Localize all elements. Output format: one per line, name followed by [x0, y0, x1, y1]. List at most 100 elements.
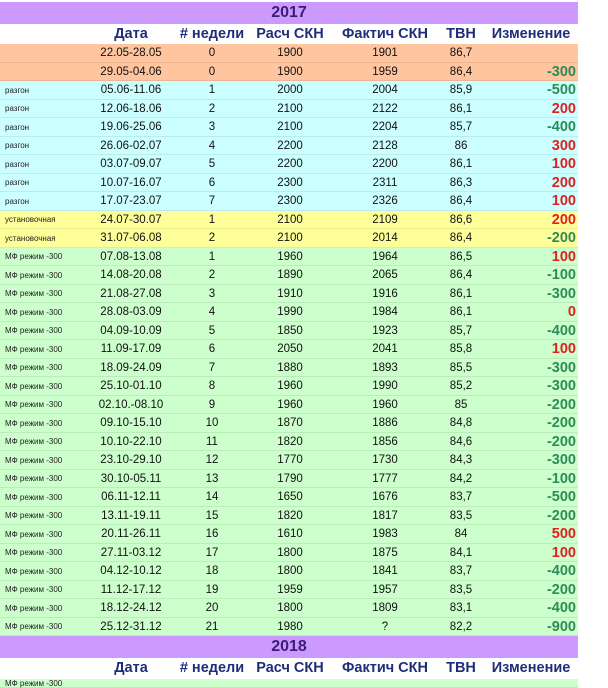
change-cell[interactable]: 100	[484, 248, 578, 267]
week-cell[interactable]: 1	[176, 248, 248, 267]
phase-cell[interactable]	[0, 44, 86, 63]
change-cell[interactable]: -500	[484, 81, 578, 100]
change-cell[interactable]: 100	[484, 192, 578, 211]
date-cell[interactable]: 12.06-18.06	[86, 100, 176, 119]
tvn-cell[interactable]: 86,1	[438, 285, 484, 304]
week-cell[interactable]: 21	[176, 618, 248, 637]
date-cell[interactable]: 10.07-16.07	[86, 174, 176, 193]
calc-skn-cell[interactable]: 1980	[248, 618, 332, 637]
week-cell[interactable]: 19	[176, 581, 248, 600]
actual-skn-cell[interactable]: 1676	[332, 488, 438, 507]
week-cell[interactable]: 2	[176, 100, 248, 119]
calc-skn-cell[interactable]: 1960	[248, 248, 332, 267]
table-row[interactable]: разгон 05.06-11.06 1 2000 2004 85,9 -500	[0, 81, 578, 100]
actual-skn-cell[interactable]: 1959	[332, 63, 438, 82]
tvn-cell[interactable]: 85,2	[438, 377, 484, 396]
table-row[interactable]: МФ режим -300 18.09-24.09 7 1880 1893 85,5 -30…	[0, 358, 578, 377]
table-row[interactable]: МФ режим -300 13.11-19.11 15 1820 1817 83,5 -2…	[0, 506, 578, 526]
change-cell[interactable]: -400	[484, 322, 578, 341]
header-week-2018[interactable]: # недели	[176, 658, 248, 678]
header-date-2018[interactable]: Дата	[86, 658, 176, 678]
tvn-cell[interactable]: 86,4	[438, 63, 484, 82]
actual-skn-cell[interactable]: 1916	[332, 285, 438, 304]
table-row[interactable]: разгон 17.07-23.07 7 2300 2326 86,4 100	[0, 192, 578, 211]
table-row[interactable]: МФ режим -300 25.10-01.10 8 1960 1990 85,2 -30…	[0, 377, 578, 396]
tvn-cell[interactable]: 86,5	[438, 248, 484, 267]
date-cell[interactable]: 19.06-25.06	[86, 118, 176, 137]
change-cell[interactable]: -400	[484, 118, 578, 137]
actual-skn-cell[interactable]: 2065	[332, 266, 438, 285]
header-change[interactable]: Изменение	[484, 24, 578, 44]
change-cell[interactable]: -200	[484, 414, 578, 433]
date-cell[interactable]: 29.05-04.06	[86, 63, 176, 82]
calc-skn-cell[interactable]: 1610	[248, 525, 332, 544]
date-cell[interactable]: 10.10-22.10	[86, 433, 176, 452]
date-cell[interactable]: 18.12-24.12	[86, 599, 176, 618]
tvn-cell[interactable]: 86	[438, 137, 484, 156]
date-cell[interactable]: 23.10-29.10	[86, 451, 176, 470]
table-row[interactable]: МФ режим -300 11.09-17.09 6 2050 2041 85,8 100	[0, 340, 578, 359]
calc-skn-cell[interactable]: 1800	[248, 599, 332, 618]
date-cell[interactable]: 25.12-31.12	[86, 618, 176, 637]
calc-skn-cell[interactable]: 2100	[248, 229, 332, 248]
calc-skn-cell[interactable]: 1800	[248, 544, 332, 563]
phase-cell[interactable]: МФ режим -300	[0, 470, 86, 489]
phase-cell[interactable]: МФ режим -300	[0, 599, 86, 618]
tvn-cell[interactable]: 86,4	[438, 229, 484, 248]
tvn-cell[interactable]: 83,5	[438, 581, 484, 600]
change-cell[interactable]: -500	[484, 488, 578, 507]
calc-skn-cell[interactable]: 1850	[248, 322, 332, 341]
calc-skn-cell[interactable]: 1800	[248, 562, 332, 581]
actual-skn-cell[interactable]: 1841	[332, 562, 438, 581]
table-row[interactable]: разгон 10.07-16.07 6 2300 2311 86,3 200	[0, 173, 578, 193]
date-cell[interactable]: 11.09-17.09	[86, 340, 176, 359]
actual-skn-cell[interactable]: 2326	[332, 192, 438, 211]
change-cell[interactable]: -200	[484, 507, 578, 526]
actual-skn-cell[interactable]: 1817	[332, 507, 438, 526]
year-header-2017[interactable]: 2017	[0, 2, 578, 24]
table-row[interactable]: МФ режим -300 27.11-03.12 17 1800 1875 84,1 10…	[0, 543, 578, 563]
calc-skn-cell[interactable]: 1870	[248, 414, 332, 433]
date-cell[interactable]: 06.11-12.11	[86, 488, 176, 507]
header-calc-skn-2018[interactable]: Расч СКН	[248, 658, 332, 678]
week-cell[interactable]: 15	[176, 507, 248, 526]
calc-skn-cell[interactable]: 1820	[248, 433, 332, 452]
phase-cell[interactable]: разгон	[0, 174, 86, 193]
week-cell[interactable]: 0	[176, 63, 248, 82]
phase-cell[interactable]: МФ режим -300	[0, 618, 86, 637]
phase-cell[interactable]: МФ режим -300	[0, 544, 86, 563]
change-cell[interactable]: -400	[484, 599, 578, 618]
tvn-cell[interactable]: 86,1	[438, 100, 484, 119]
year-header-2018[interactable]: 2018	[0, 636, 578, 658]
change-cell[interactable]: 200	[484, 174, 578, 193]
calc-skn-cell[interactable]: 1790	[248, 470, 332, 489]
date-cell[interactable]: 14.08-20.08	[86, 266, 176, 285]
change-cell[interactable]: 500	[484, 525, 578, 544]
table-row[interactable]: разгон 19.06-25.06 3 2100 2204 85,7 -400	[0, 118, 578, 137]
change-cell[interactable]: 100	[484, 155, 578, 174]
change-cell[interactable]: 0	[484, 303, 578, 322]
table-row[interactable]: установочная 31.07-06.08 2 2100 2014 86,4 -200	[0, 229, 578, 248]
header-actual-skn-2018[interactable]: Фактич СКН	[332, 658, 438, 678]
table-row[interactable]: МФ режим -300 10.10-22.10 11 1820 1856 84,6 -2…	[0, 432, 578, 452]
calc-skn-cell[interactable]: 2200	[248, 137, 332, 156]
tvn-cell[interactable]: 83,7	[438, 488, 484, 507]
phase-cell[interactable]: разгон	[0, 118, 86, 137]
actual-skn-cell[interactable]: 1856	[332, 433, 438, 452]
actual-skn-cell[interactable]: 1957	[332, 581, 438, 600]
calc-skn-cell[interactable]: 2100	[248, 100, 332, 119]
actual-skn-cell[interactable]: 1886	[332, 414, 438, 433]
tvn-cell[interactable]: 84,2	[438, 470, 484, 489]
phase-cell[interactable]: МФ режим -300	[0, 451, 86, 470]
week-cell[interactable]: 1	[176, 211, 248, 230]
phase-cell[interactable]: разгон	[0, 81, 86, 100]
tvn-cell[interactable]: 85,7	[438, 322, 484, 341]
calc-skn-cell[interactable]: 1770	[248, 451, 332, 470]
date-cell[interactable]: 07.08-13.08	[86, 248, 176, 267]
actual-skn-cell[interactable]: 1960	[332, 396, 438, 415]
change-cell[interactable]: 300	[484, 137, 578, 156]
phase-cell[interactable]: разгон	[0, 192, 86, 211]
date-cell[interactable]: 17.07-23.07	[86, 192, 176, 211]
phase-cell[interactable]: разгон	[0, 100, 86, 119]
calc-skn-cell[interactable]: 2300	[248, 174, 332, 193]
